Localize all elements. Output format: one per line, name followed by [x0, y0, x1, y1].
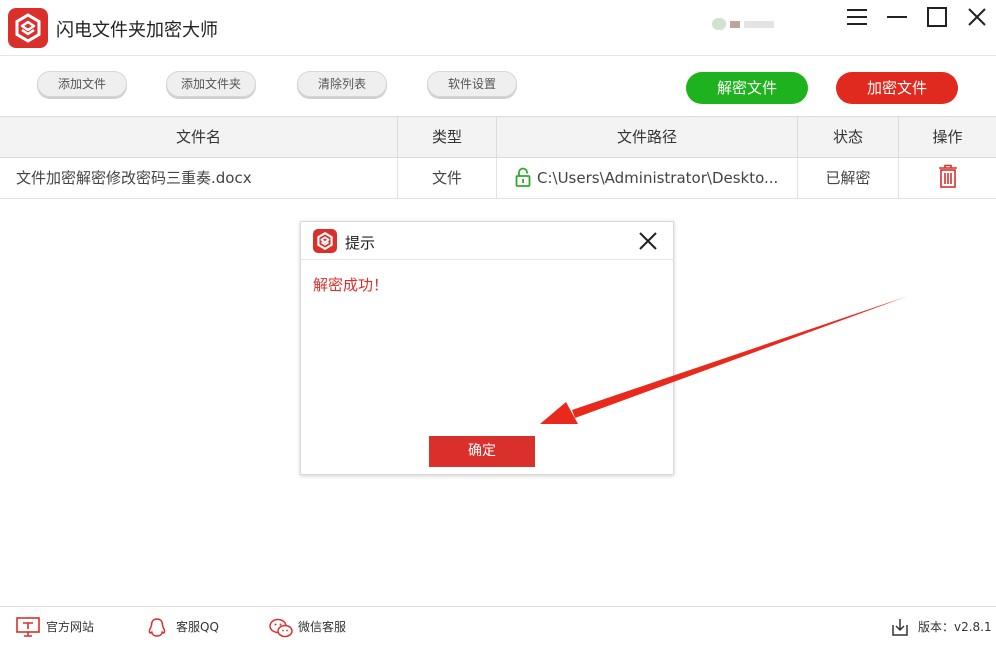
alert-dialog: 提示 解密成功！ 确定	[300, 221, 674, 475]
trash-icon[interactable]	[938, 164, 958, 188]
clear-list-button[interactable]: 清除列表	[297, 71, 387, 97]
encrypt-file-button[interactable]: 加密文件	[836, 72, 958, 104]
table-header: 文件名 类型 文件路径 状态 操作	[0, 117, 996, 158]
cell-path: C:\Users\Administrator\Deskto...	[496, 158, 797, 198]
monitor-icon	[16, 617, 40, 637]
download-update-icon	[892, 619, 908, 636]
table-row[interactable]: 文件加密解密修改密码三重奏.docx 文件 C:\Users\Administr…	[0, 158, 996, 199]
header-path[interactable]: 文件路径	[496, 117, 797, 157]
maximize-icon[interactable]	[924, 4, 950, 30]
wechat-support-link[interactable]: 微信客服	[268, 617, 368, 638]
wechat-support-label: 微信客服	[298, 620, 347, 634]
dialog-close-icon[interactable]	[637, 230, 659, 252]
app-logo-icon	[8, 8, 48, 48]
dialog-header: 提示	[301, 222, 673, 260]
close-icon[interactable]	[964, 4, 990, 30]
user-account-chip[interactable]	[708, 16, 780, 32]
support-qq-label: 客服QQ	[176, 620, 219, 634]
cell-status: 已解密	[797, 158, 898, 198]
menu-icon[interactable]	[844, 4, 870, 30]
dialog-ok-button[interactable]: 确定	[429, 436, 535, 467]
add-folder-button[interactable]: 添加文件夹	[166, 71, 256, 97]
header-type[interactable]: 类型	[397, 117, 496, 157]
decrypt-file-button[interactable]: 解密文件	[686, 72, 808, 104]
dialog-title: 提示	[345, 234, 376, 252]
app-title: 闪电文件夹加密大师	[56, 20, 218, 41]
qq-icon	[148, 618, 166, 637]
cell-filename: 文件加密解密修改密码三重奏.docx	[16, 169, 252, 187]
header-status[interactable]: 状态	[797, 117, 898, 157]
cell-type: 文件	[397, 158, 496, 198]
official-website-link[interactable]: 官方网站	[16, 617, 106, 637]
cell-path-text: C:\Users\Administrator\Deskto...	[537, 169, 779, 187]
dialog-message: 解密成功！	[313, 276, 389, 294]
unlock-icon	[515, 167, 531, 187]
official-website-label: 官方网站	[46, 620, 95, 634]
title-bar: 闪电文件夹加密大师	[0, 0, 996, 56]
cell-action	[898, 158, 996, 198]
version-label: 版本：v2.8.1	[918, 620, 992, 634]
support-qq-link[interactable]: 客服QQ	[146, 617, 226, 637]
version-info[interactable]: 版本：v2.8.1	[890, 617, 994, 637]
wechat-icon	[269, 618, 293, 638]
header-action: 操作	[898, 117, 996, 157]
app-logo-icon	[313, 229, 337, 253]
toolbar: 添加文件 添加文件夹 清除列表 软件设置 解密文件 加密文件	[0, 57, 996, 117]
add-file-button[interactable]: 添加文件	[37, 71, 127, 97]
settings-button[interactable]: 软件设置	[427, 71, 517, 97]
footer-bar: 官方网站 客服QQ 微信客服 版本：v2.8.1	[0, 606, 996, 645]
header-filename[interactable]: 文件名	[0, 117, 397, 157]
minimize-icon[interactable]	[884, 4, 910, 30]
app-window: 闪电文件夹加密大师 添加文件 添加文件夹 清除列表 软件设置 解密文件 加密文件…	[0, 0, 996, 645]
